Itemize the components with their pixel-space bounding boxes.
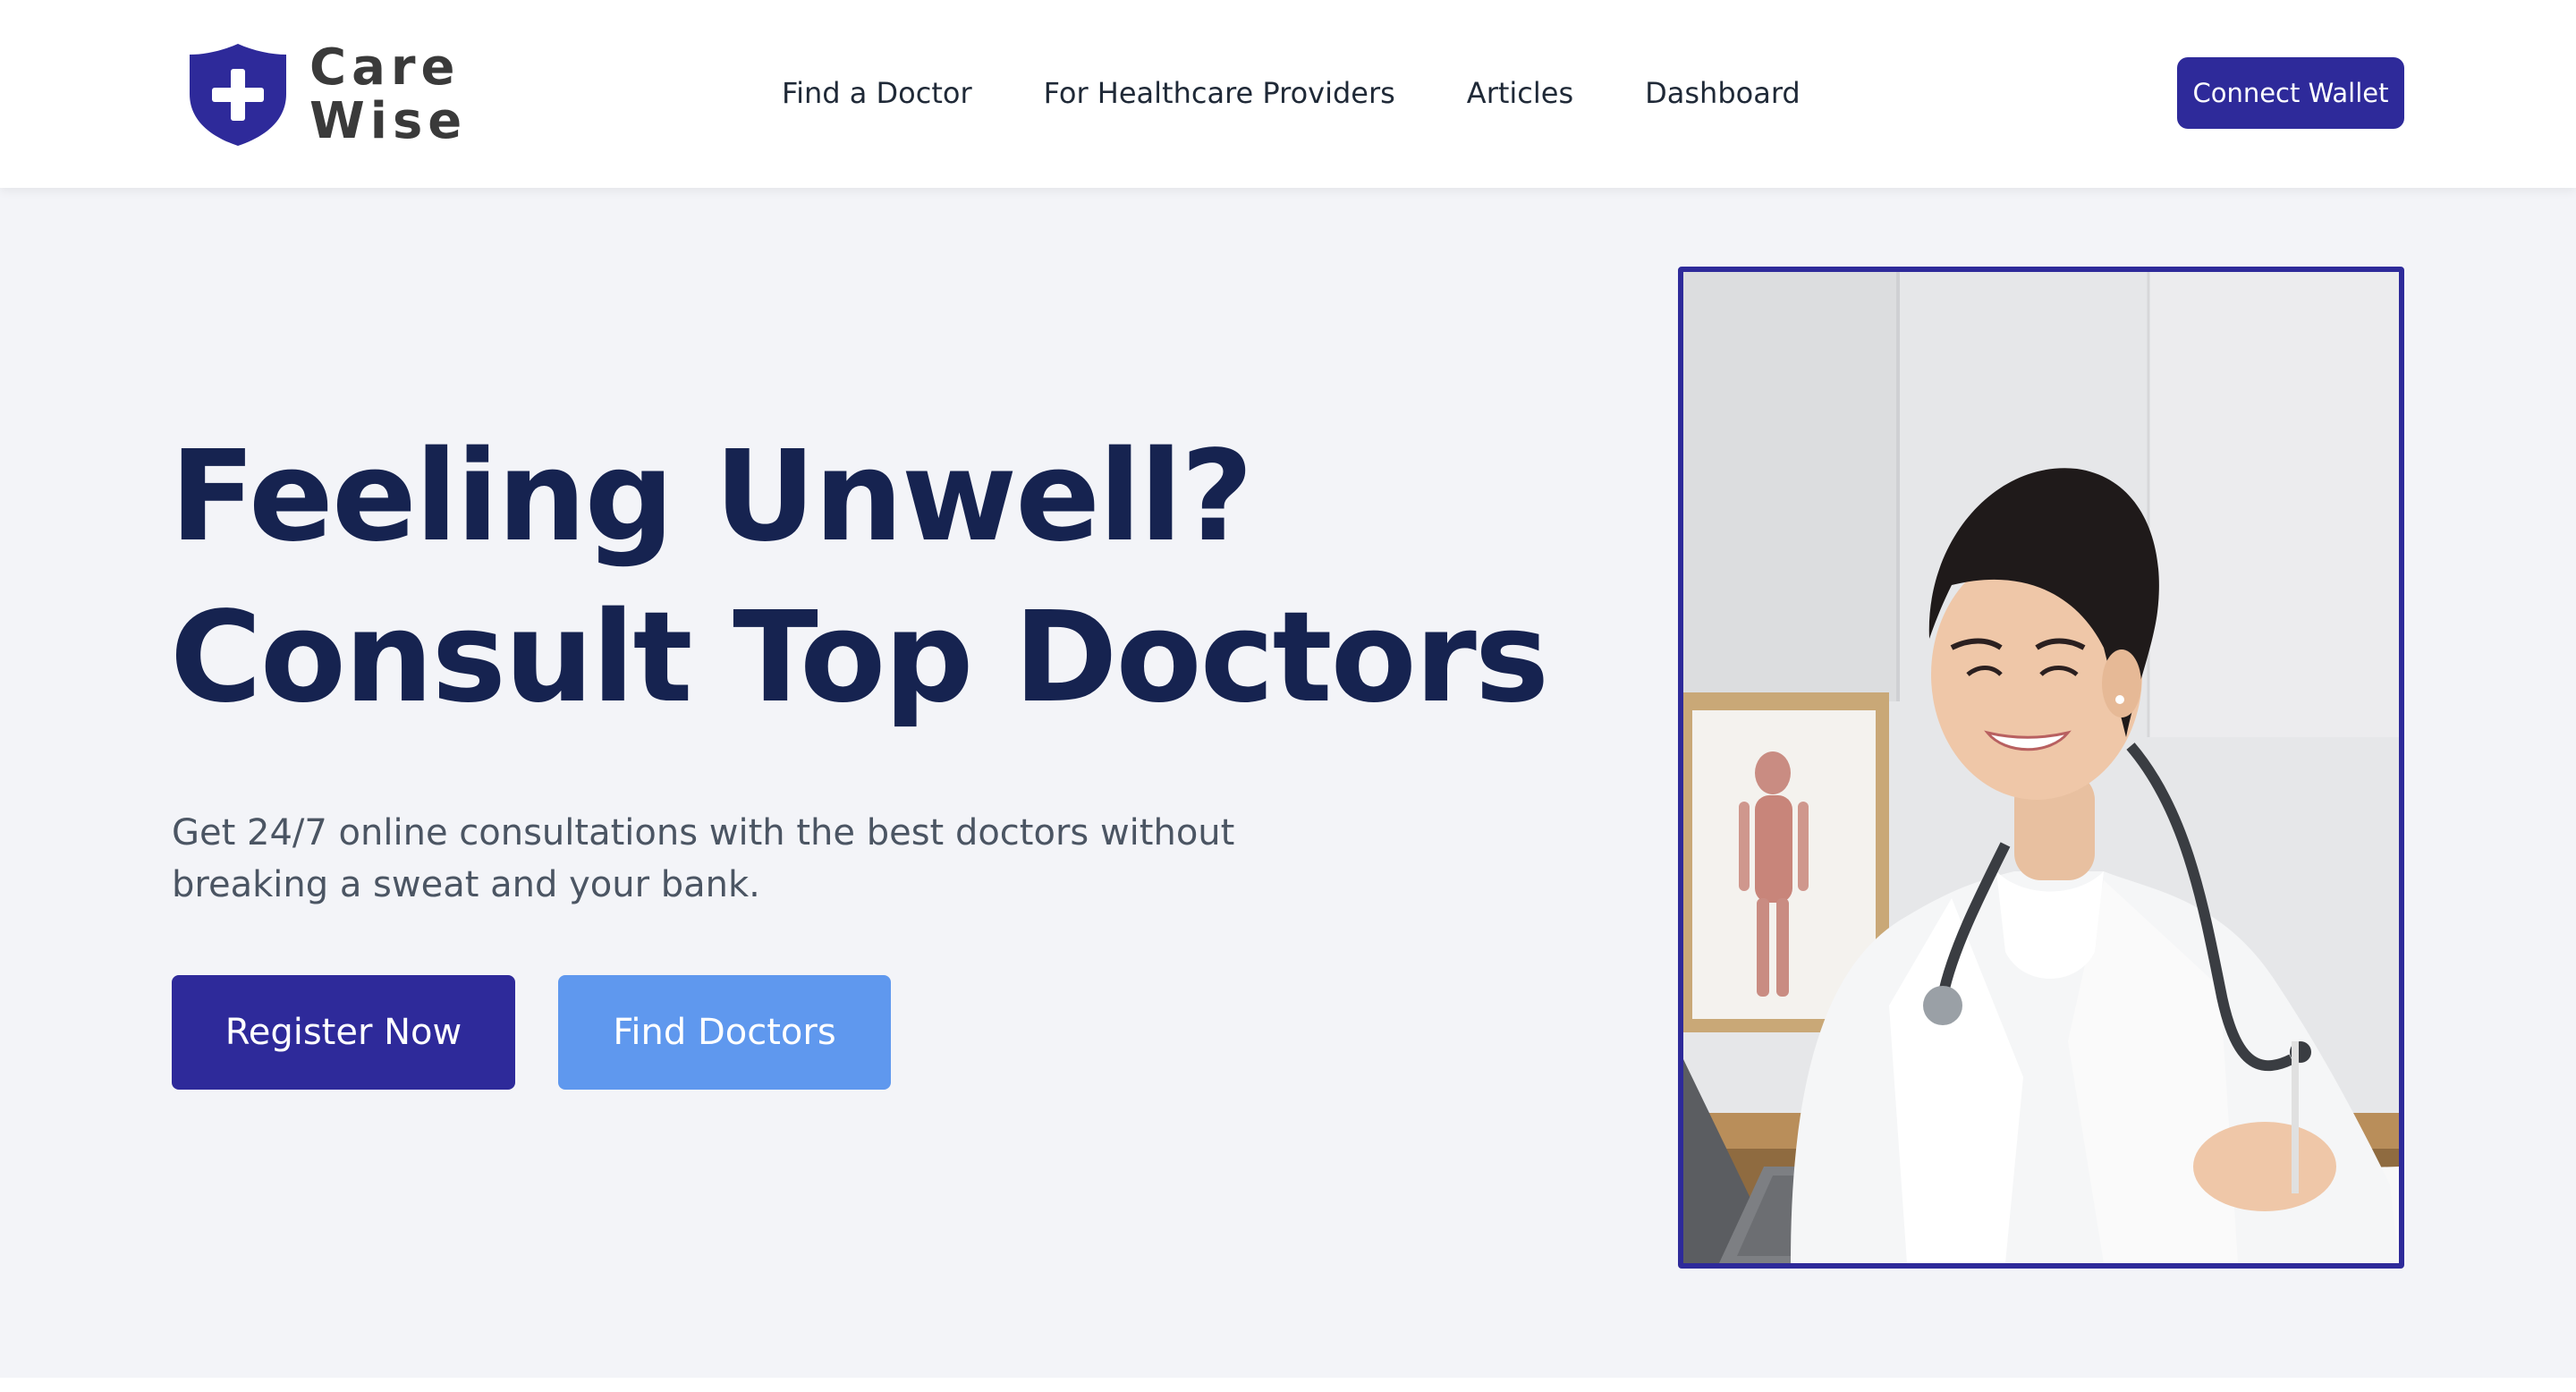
brand-name-line2: Wise <box>309 92 468 150</box>
nav-dashboard[interactable]: Dashboard <box>1645 66 1801 120</box>
doctor-photo <box>1678 267 2404 1269</box>
brand-name: Care Wise <box>309 41 467 149</box>
shield-plus-icon <box>190 44 286 146</box>
page-footer-strip <box>0 1378 2576 1392</box>
nav-for-healthcare-providers[interactable]: For Healthcare Providers <box>1044 66 1395 120</box>
hero-headline-line1: Feeling Unwell? <box>170 424 1253 570</box>
page: Care Wise Find a Doctor For Healthcare P… <box>0 0 2576 1392</box>
hero-subtext: Get 24/7 online consultations with the b… <box>172 812 1235 905</box>
brand-name-line1: Care <box>309 38 461 97</box>
find-doctors-button[interactable]: Find Doctors <box>558 975 891 1090</box>
register-now-button[interactable]: Register Now <box>172 975 515 1090</box>
carewise-logo[interactable]: Care Wise <box>186 41 467 149</box>
nav-articles[interactable]: Articles <box>1467 66 1573 120</box>
hero-headline: Feeling Unwell? Consult Top Doctors <box>170 417 1549 739</box>
site-header: Care Wise Find a Doctor For Healthcare P… <box>0 0 2576 188</box>
nav-find-a-doctor[interactable]: Find a Doctor <box>782 66 972 120</box>
doctor-illustration <box>1683 272 2399 1263</box>
hero-headline-line2: Consult Top Doctors <box>170 585 1549 731</box>
main-nav: Find a Doctor For Healthcare Providers A… <box>782 66 1801 120</box>
hero-section: Feeling Unwell? Consult Top Doctors Get … <box>0 188 2576 1378</box>
connect-wallet-button[interactable]: Connect Wallet <box>2177 57 2404 129</box>
